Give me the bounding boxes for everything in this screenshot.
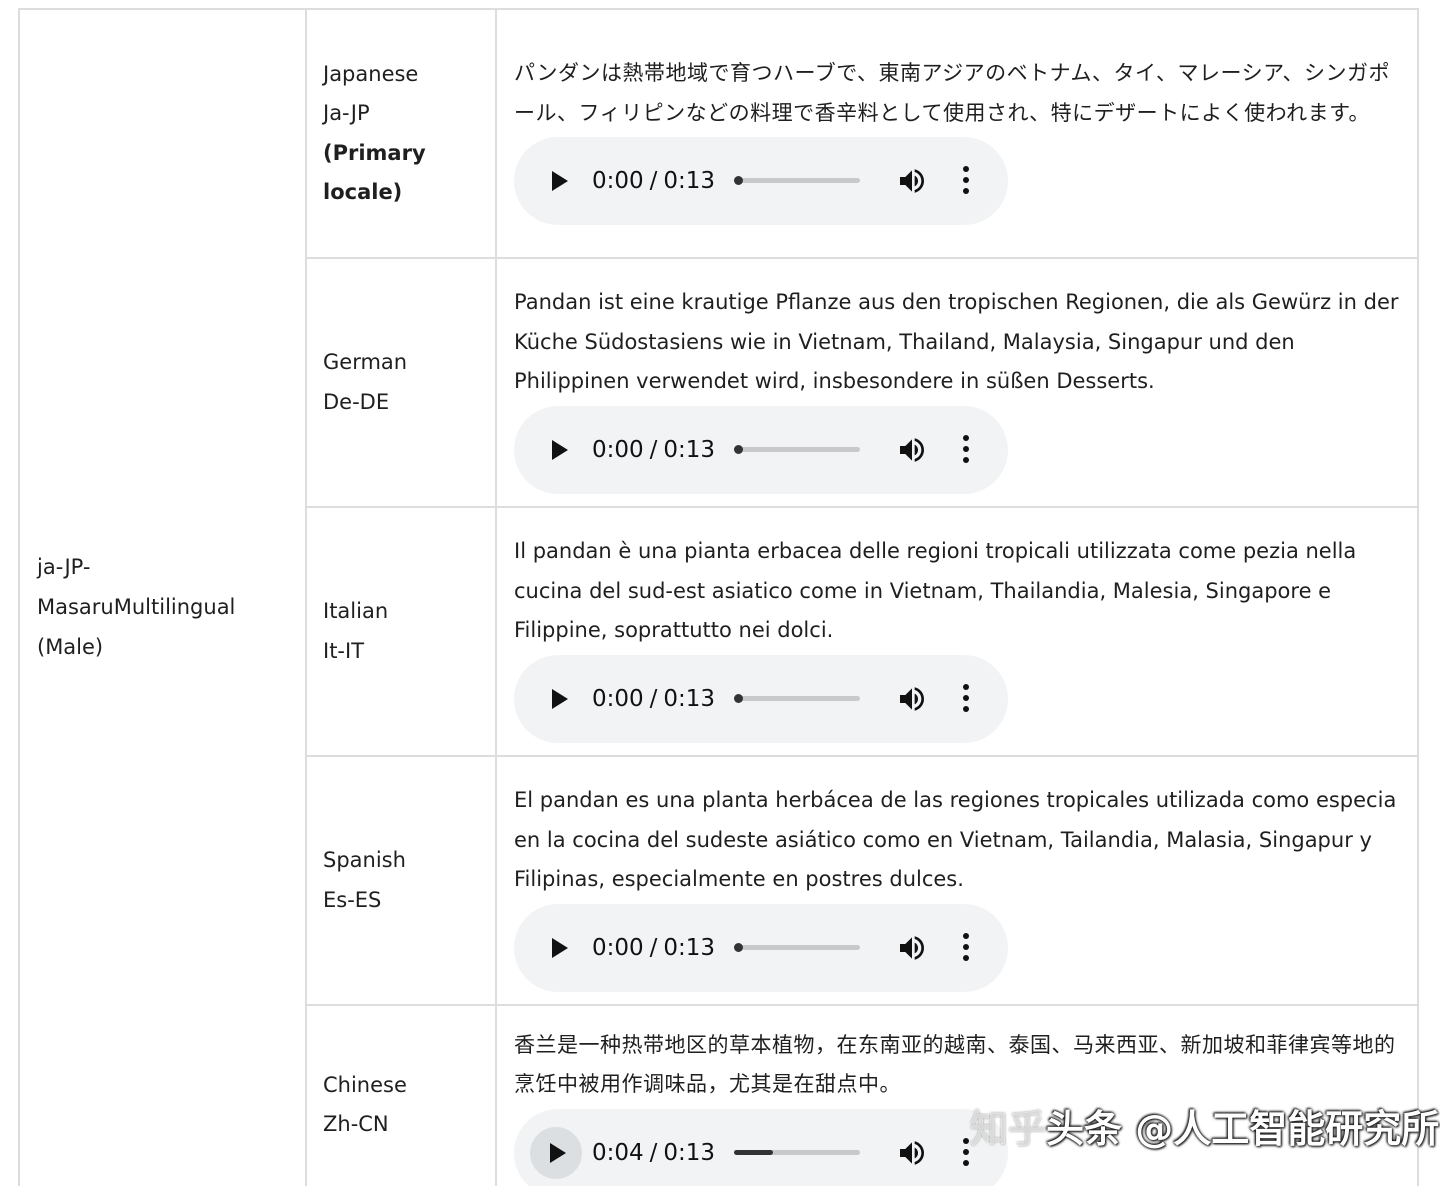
locale-cell: German De-DE — [305, 257, 497, 508]
voice-name-line-2: MasaruMultilingual — [37, 595, 236, 619]
voice-gender: (Male) — [37, 635, 104, 659]
play-button[interactable] — [538, 928, 578, 968]
more-options-icon — [963, 166, 969, 172]
locale-cell: Spanish Es-ES — [305, 755, 497, 1006]
more-options-button[interactable] — [954, 930, 978, 966]
volume-button[interactable] — [896, 1137, 928, 1169]
sample-cell: Il pandan è una pianta erbacea delle reg… — [495, 506, 1419, 757]
sample-text: パンダンは熱帯地域で育つハーブで、東南アジアのベトナム、タイ、マレーシア、シンガ… — [514, 61, 1391, 125]
locale-cell: Chinese Zh-CN — [305, 1004, 497, 1186]
volume-button[interactable] — [896, 434, 928, 466]
more-options-button[interactable] — [954, 163, 978, 199]
locale-code: It-IT — [323, 638, 365, 663]
locale-cell: Japanese Ja-JP (Primary locale) — [305, 8, 497, 259]
volume-button[interactable] — [896, 683, 928, 715]
current-time: 0:00 — [592, 934, 644, 961]
play-icon — [552, 439, 568, 460]
time-separator: / — [649, 168, 658, 194]
play-icon — [552, 171, 568, 191]
current-time: 0:00 — [592, 436, 644, 463]
progress-knob[interactable] — [734, 693, 743, 703]
volume-button[interactable] — [896, 165, 928, 197]
more-options-button[interactable] — [954, 432, 978, 468]
play-button[interactable] — [538, 161, 578, 201]
sample-cell: El pandan es una planta herbácea de las … — [495, 755, 1419, 1006]
locale-code: Ja-JP — [323, 101, 370, 125]
volume-icon — [900, 687, 924, 711]
more-options-icon — [963, 434, 969, 441]
play-icon — [552, 688, 568, 709]
progress-knob[interactable] — [734, 176, 743, 185]
table-row: ja-JP- MasaruMultilingual (Male) Japanes… — [18, 8, 1419, 1186]
time-display: 0:00/0:13 — [592, 165, 715, 197]
audio-player: 0:00/0:13 — [514, 137, 1008, 225]
progress-fill — [734, 1149, 773, 1155]
voice-name-cell: ja-JP- MasaruMultilingual (Male) — [18, 8, 307, 1186]
locale-name: Spanish — [323, 848, 406, 872]
primary-locale-label: locale) — [323, 180, 403, 204]
audio-player: 0:04/0:13 — [514, 1108, 1008, 1186]
progress-knob[interactable] — [734, 444, 743, 454]
volume-icon — [900, 1140, 924, 1165]
current-time: 0:04 — [592, 1139, 644, 1166]
primary-locale-label: (Primary — [323, 140, 426, 165]
play-button[interactable] — [538, 430, 578, 470]
volume-button[interactable] — [896, 932, 928, 964]
duration: 0:13 — [663, 1139, 716, 1166]
sample-cell: Pandan ist eine krautige Pflanze aus den… — [495, 257, 1419, 508]
volume-icon — [900, 438, 924, 462]
current-time: 0:00 — [592, 685, 644, 712]
voice-table: ja-JP- MasaruMultilingual (Male) Japanes… — [18, 8, 1419, 1186]
duration: 0:13 — [663, 168, 716, 194]
play-icon — [552, 937, 568, 958]
progress-slider[interactable] — [734, 1149, 860, 1155]
locale-name: Japanese — [323, 61, 419, 86]
more-options-icon — [963, 683, 969, 690]
time-separator: / — [649, 934, 658, 961]
more-options-button[interactable] — [954, 1135, 978, 1171]
time-separator: / — [649, 685, 658, 712]
volume-icon — [900, 936, 924, 960]
progress-slider[interactable] — [734, 942, 860, 952]
progress-slider[interactable] — [734, 176, 860, 185]
voice-name-line-1: ja-JP- — [37, 555, 91, 579]
audio-player: 0:00/0:13 — [514, 405, 1008, 494]
time-display: 0:04/0:13 — [592, 1137, 715, 1169]
locale-code: Es-ES — [323, 887, 382, 912]
sample-text: El pandan es una planta herbácea de las … — [514, 788, 1397, 892]
locale-name: German — [323, 350, 408, 374]
locale-name: Italian — [323, 599, 389, 623]
locale-code: De-DE — [323, 389, 390, 414]
play-button[interactable] — [530, 1126, 582, 1179]
progress-slider[interactable] — [734, 693, 860, 703]
time-separator: / — [649, 1139, 658, 1166]
more-options-icon — [963, 1137, 969, 1144]
play-icon — [550, 1142, 566, 1163]
sample-cell: パンダンは熱帯地域で育つハーブで、東南アジアのベトナム、タイ、マレーシア、シンガ… — [495, 8, 1419, 259]
duration: 0:13 — [663, 436, 716, 463]
duration: 0:13 — [663, 934, 716, 961]
time-display: 0:00/0:13 — [592, 434, 715, 466]
time-display: 0:00/0:13 — [592, 932, 715, 964]
progress-knob[interactable] — [734, 942, 743, 952]
sample-text: 香兰是一种热带地区的草本植物，在东南亚的越南、泰国、马来西亚、新加坡和菲律宾等地… — [514, 1032, 1396, 1097]
page: ja-JP- MasaruMultilingual (Male) Japanes… — [0, 0, 1440, 1186]
volume-icon — [900, 169, 924, 193]
duration: 0:13 — [663, 685, 716, 712]
play-button[interactable] — [538, 679, 578, 719]
sample-cell: 香兰是一种热带地区的草本植物，在东南亚的越南、泰国、马来西亚、新加坡和菲律宾等地… — [495, 1004, 1419, 1186]
locale-cell: Italian It-IT — [305, 506, 497, 757]
current-time: 0:00 — [592, 168, 644, 194]
time-display: 0:00/0:13 — [592, 683, 715, 715]
more-options-button[interactable] — [954, 681, 978, 717]
more-options-icon — [963, 932, 969, 939]
locale-name: Chinese — [323, 1072, 407, 1097]
audio-player: 0:00/0:13 — [514, 654, 1008, 743]
time-separator: / — [649, 436, 658, 463]
audio-player: 0:00/0:13 — [514, 903, 1008, 992]
progress-slider[interactable] — [734, 444, 860, 454]
sample-text: Pandan ist eine krautige Pflanze aus den… — [514, 290, 1399, 394]
locale-code: Zh-CN — [323, 1112, 389, 1136]
sample-text: Il pandan è una pianta erbacea delle reg… — [514, 539, 1357, 643]
